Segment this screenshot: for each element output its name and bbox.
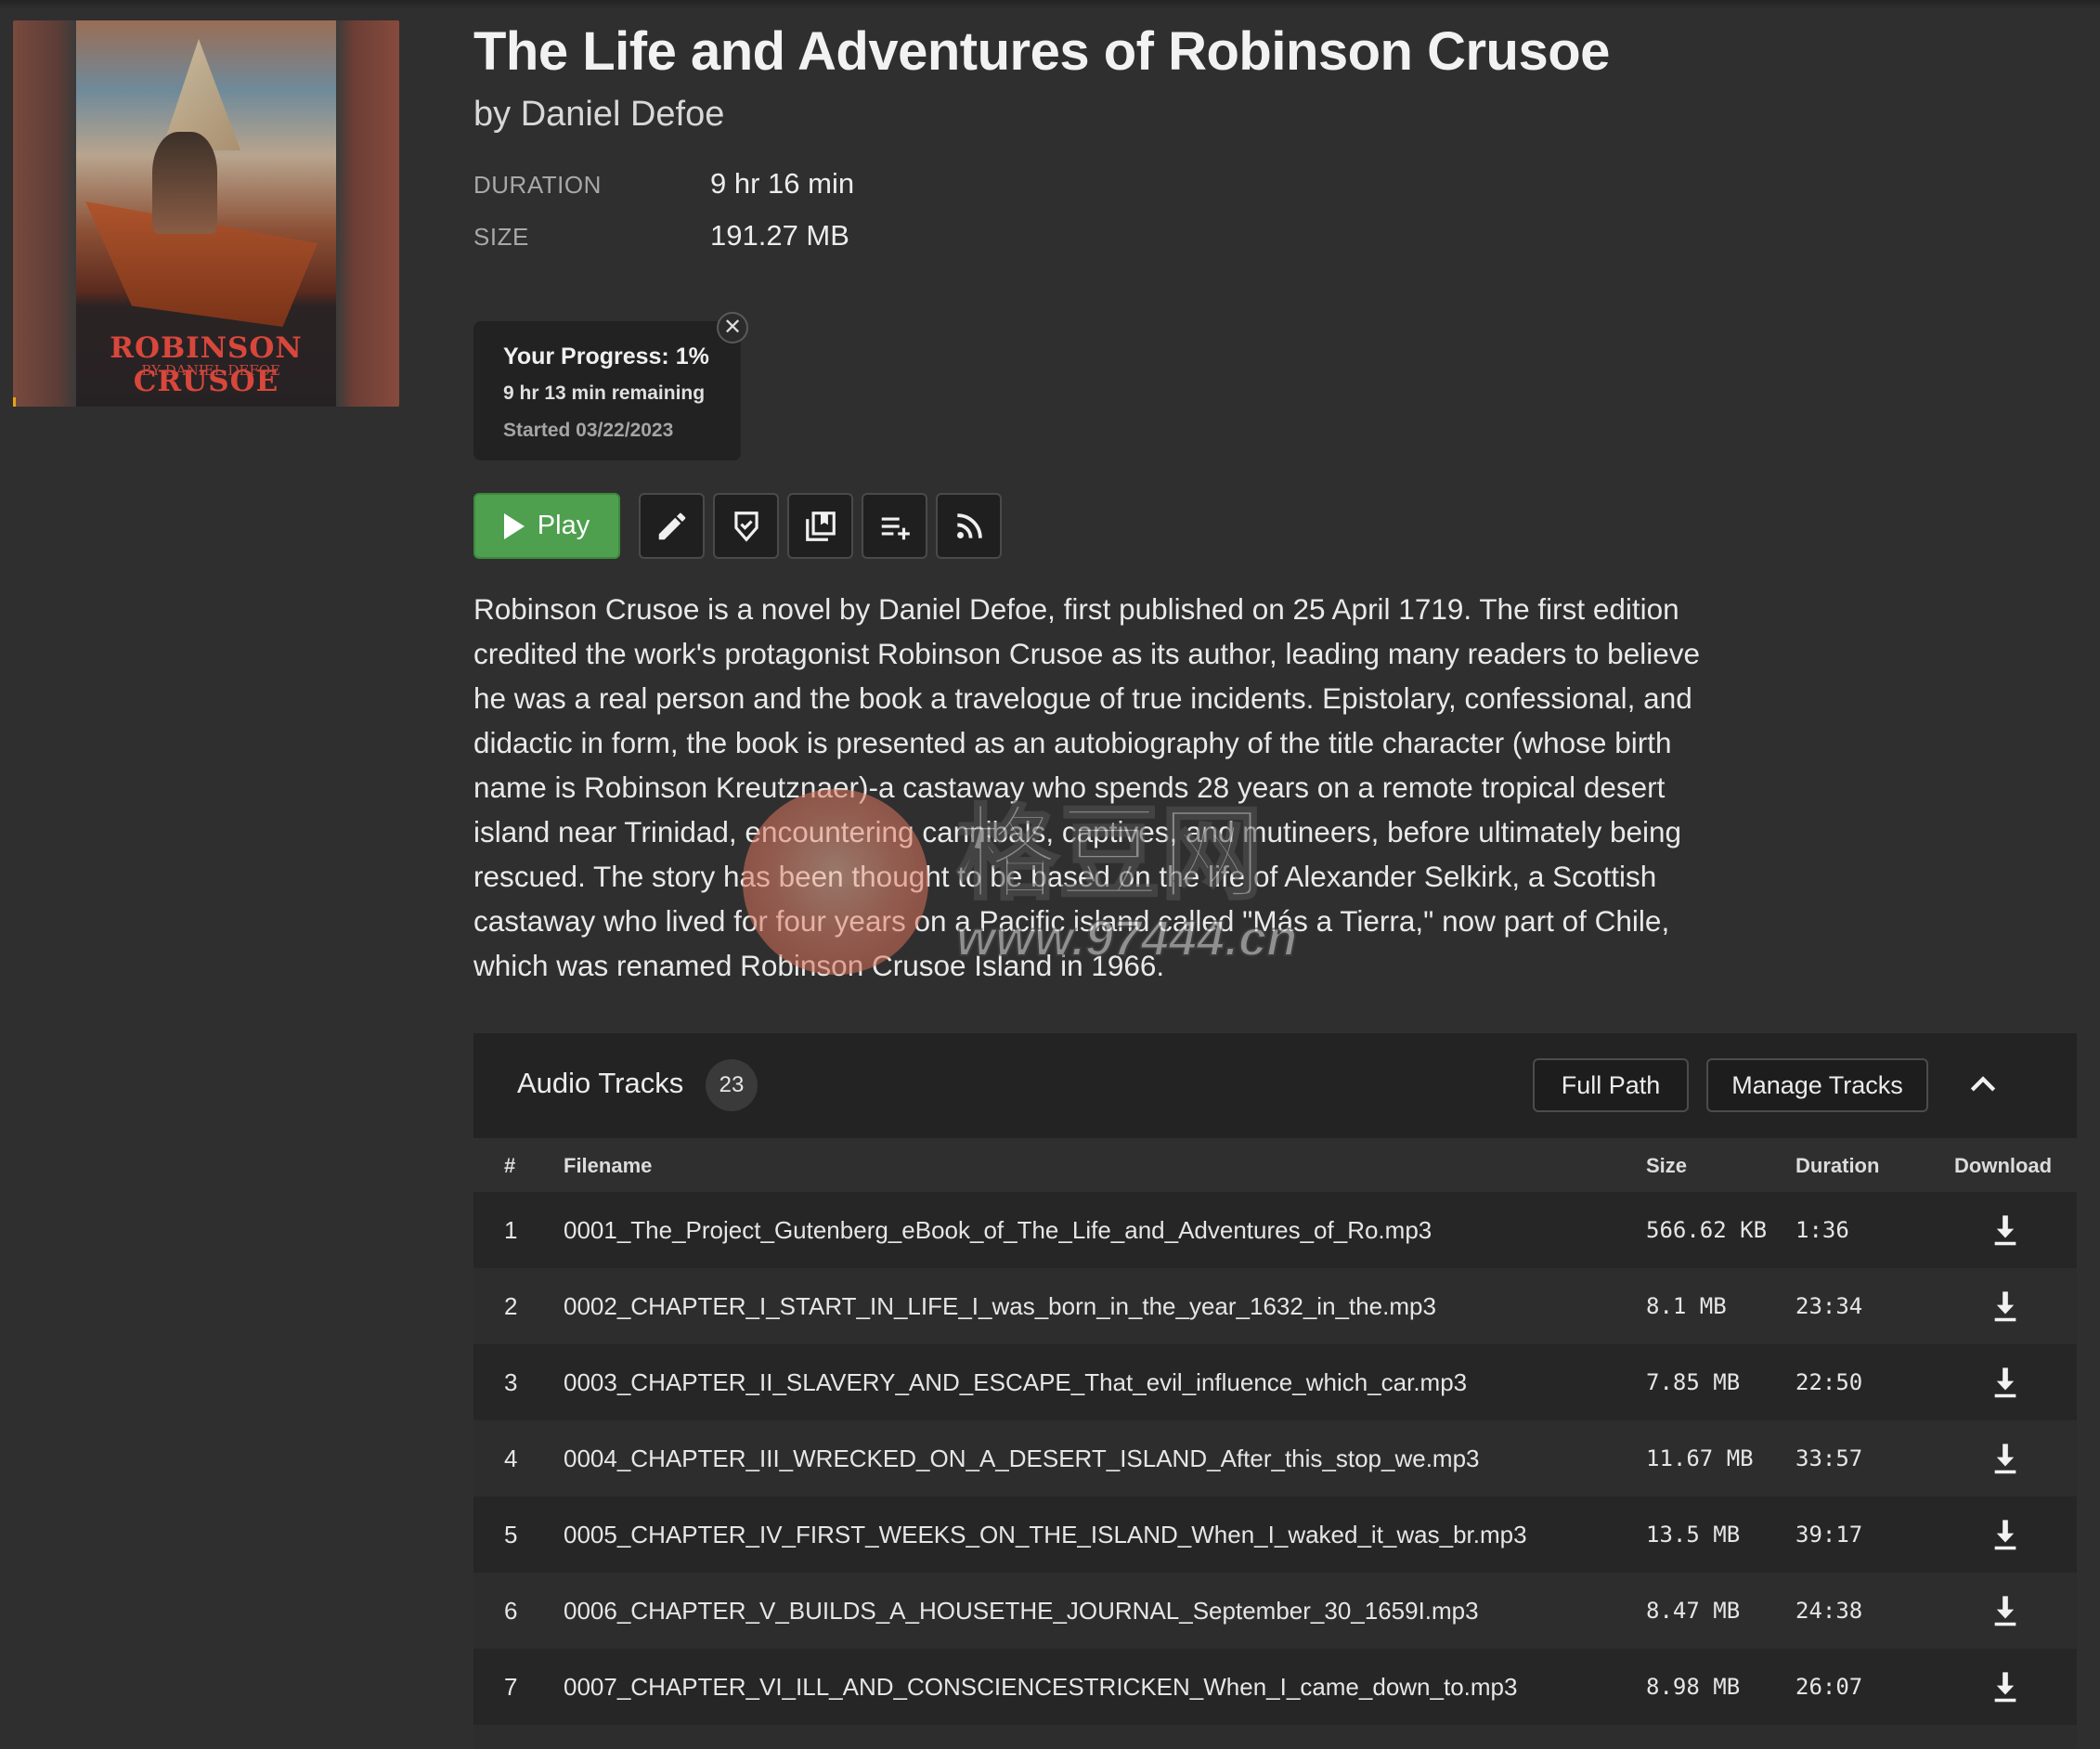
col-number: # [504, 1154, 516, 1177]
collections-button[interactable] [787, 493, 853, 559]
track-number: 6 [504, 1597, 518, 1625]
cover-progress-indicator [13, 397, 16, 407]
audio-tracks-title: Audio Tracks [517, 1067, 684, 1099]
track-duration: 22:50 [1795, 1369, 1863, 1395]
download-icon[interactable] [1987, 1363, 2024, 1402]
track-number: 4 [504, 1445, 518, 1472]
table-row: 2 0002_CHAPTER_I_START_IN_LIFE_I_was_bor… [473, 1268, 2077, 1344]
download-icon[interactable] [1987, 1667, 2024, 1706]
full-path-button[interactable]: Full Path [1533, 1058, 1689, 1112]
table-row: 7 0007_CHAPTER_VI_ILL_AND_CONSCIENCESTRI… [473, 1649, 2077, 1725]
track-filename: 0001_The_Project_Gutenberg_eBook_of_The_… [564, 1216, 1432, 1244]
col-download: Download [1954, 1154, 2053, 1177]
progress-title: Your Progress: 1% [503, 343, 709, 369]
audio-tracks-header[interactable]: Audio Tracks 23 Full Path Manage Tracks [473, 1033, 2077, 1137]
library-icon [805, 511, 836, 541]
edit-button[interactable] [639, 493, 705, 559]
table-row: 3 0003_CHAPTER_II_SLAVERY_AND_ESCAPE_Tha… [473, 1344, 2077, 1420]
track-duration: 1:36 [1795, 1217, 1849, 1243]
mark-finished-button[interactable] [713, 493, 779, 559]
top-shadow [0, 0, 2100, 9]
shield-check-icon [733, 511, 758, 542]
table-row-partial [473, 1725, 2077, 1749]
download-icon[interactable] [1987, 1439, 2024, 1478]
table-row: 4 0004_CHAPTER_III_WRECKED_ON_A_DESERT_I… [473, 1420, 2077, 1496]
track-duration: 26:07 [1795, 1674, 1863, 1700]
track-number: 3 [504, 1368, 518, 1396]
close-icon[interactable]: ✕ [717, 312, 748, 343]
watermark-text: 格豆网 [955, 797, 1264, 913]
book-title: The Life and Adventures of Robinson Crus… [473, 21, 1610, 82]
duration-label: DURATION [473, 171, 602, 199]
chevron-up-icon [1970, 1076, 1996, 1092]
download-icon[interactable] [1987, 1591, 2024, 1630]
track-size: 7.85 MB [1646, 1369, 1741, 1395]
track-size: 8.1 MB [1646, 1293, 1727, 1319]
track-filename: 0005_CHAPTER_IV_FIRST_WEEKS_ON_THE_ISLAN… [564, 1521, 1527, 1548]
track-duration: 39:17 [1795, 1522, 1863, 1548]
progress-started: Started 03/22/2023 [503, 420, 674, 441]
table-row: 1 0001_The_Project_Gutenberg_eBook_of_Th… [473, 1192, 2077, 1268]
track-size: 8.47 MB [1646, 1598, 1741, 1624]
playlist-add-icon [881, 517, 910, 539]
duration-value: 9 hr 16 min [710, 167, 855, 200]
download-icon[interactable] [1987, 1287, 2024, 1326]
rss-feed-button[interactable] [936, 493, 1002, 559]
track-number: 2 [504, 1292, 518, 1320]
track-duration: 24:38 [1795, 1598, 1863, 1624]
audio-tracks-panel: Audio Tracks 23 Full Path Manage Tracks … [473, 1033, 2077, 1749]
track-number: 1 [504, 1216, 518, 1244]
watermark: 格豆网 www.97444.cn [743, 771, 1355, 975]
cover-author: BY DANIEL DEFOE [141, 362, 280, 379]
track-duration: 23:34 [1795, 1293, 1863, 1319]
play-label: Play [537, 511, 590, 540]
play-button[interactable]: Play [473, 493, 620, 559]
track-filename: 0006_CHAPTER_V_BUILDS_A_HOUSETHE_JOURNAL… [564, 1597, 1479, 1625]
cover-figure [152, 132, 217, 234]
rss-icon [956, 512, 982, 538]
size-label: SIZE [473, 223, 529, 251]
track-size: 13.5 MB [1646, 1522, 1741, 1548]
collapse-button[interactable] [1959, 1061, 2007, 1109]
track-filename: 0002_CHAPTER_I_START_IN_LIFE_I_was_born_… [564, 1292, 1436, 1320]
col-duration: Duration [1795, 1154, 1880, 1177]
audio-tracks-count-badge: 23 [706, 1059, 758, 1111]
table-row: 6 0006_CHAPTER_V_BUILDS_A_HOUSETHE_JOURN… [473, 1573, 2077, 1649]
watermark-logo [743, 789, 928, 975]
book-author[interactable]: by Daniel Defoe [473, 95, 724, 135]
track-size: 11.67 MB [1646, 1445, 1754, 1471]
add-to-playlist-button[interactable] [862, 493, 927, 559]
track-filename: 0004_CHAPTER_III_WRECKED_ON_A_DESERT_ISL… [564, 1445, 1480, 1472]
book-cover[interactable]: ROBINSON CRUSOE BY DANIEL DEFOE [13, 20, 399, 407]
track-duration: 33:57 [1795, 1445, 1863, 1471]
track-size: 566.62 KB [1646, 1217, 1768, 1243]
play-icon [503, 512, 525, 539]
track-filename: 0007_CHAPTER_VI_ILL_AND_CONSCIENCESTRICK… [564, 1673, 1518, 1701]
tracks-table-body: 1 0001_The_Project_Gutenberg_eBook_of_Th… [473, 1192, 2077, 1749]
track-number: 7 [504, 1673, 518, 1701]
size-value: 191.27 MB [710, 219, 849, 252]
col-size: Size [1646, 1154, 1688, 1177]
track-size: 8.98 MB [1646, 1674, 1741, 1700]
manage-tracks-button[interactable]: Manage Tracks [1706, 1058, 1928, 1112]
col-filename: Filename [564, 1154, 653, 1177]
download-icon[interactable] [1987, 1211, 2024, 1250]
progress-remaining: 9 hr 13 min remaining [503, 382, 706, 404]
track-filename: 0003_CHAPTER_II_SLAVERY_AND_ESCAPE_That_… [564, 1368, 1468, 1396]
progress-card: Your Progress: 1% 9 hr 13 min remaining … [473, 321, 741, 460]
download-icon[interactable] [1987, 1515, 2024, 1554]
track-number: 5 [504, 1521, 518, 1548]
table-row: 5 0005_CHAPTER_IV_FIRST_WEEKS_ON_THE_ISL… [473, 1496, 2077, 1573]
pencil-icon [658, 512, 685, 539]
tracks-table-header: # Filename Size Duration Download [473, 1138, 2077, 1192]
watermark-url: www.97444.cn [955, 910, 1298, 967]
